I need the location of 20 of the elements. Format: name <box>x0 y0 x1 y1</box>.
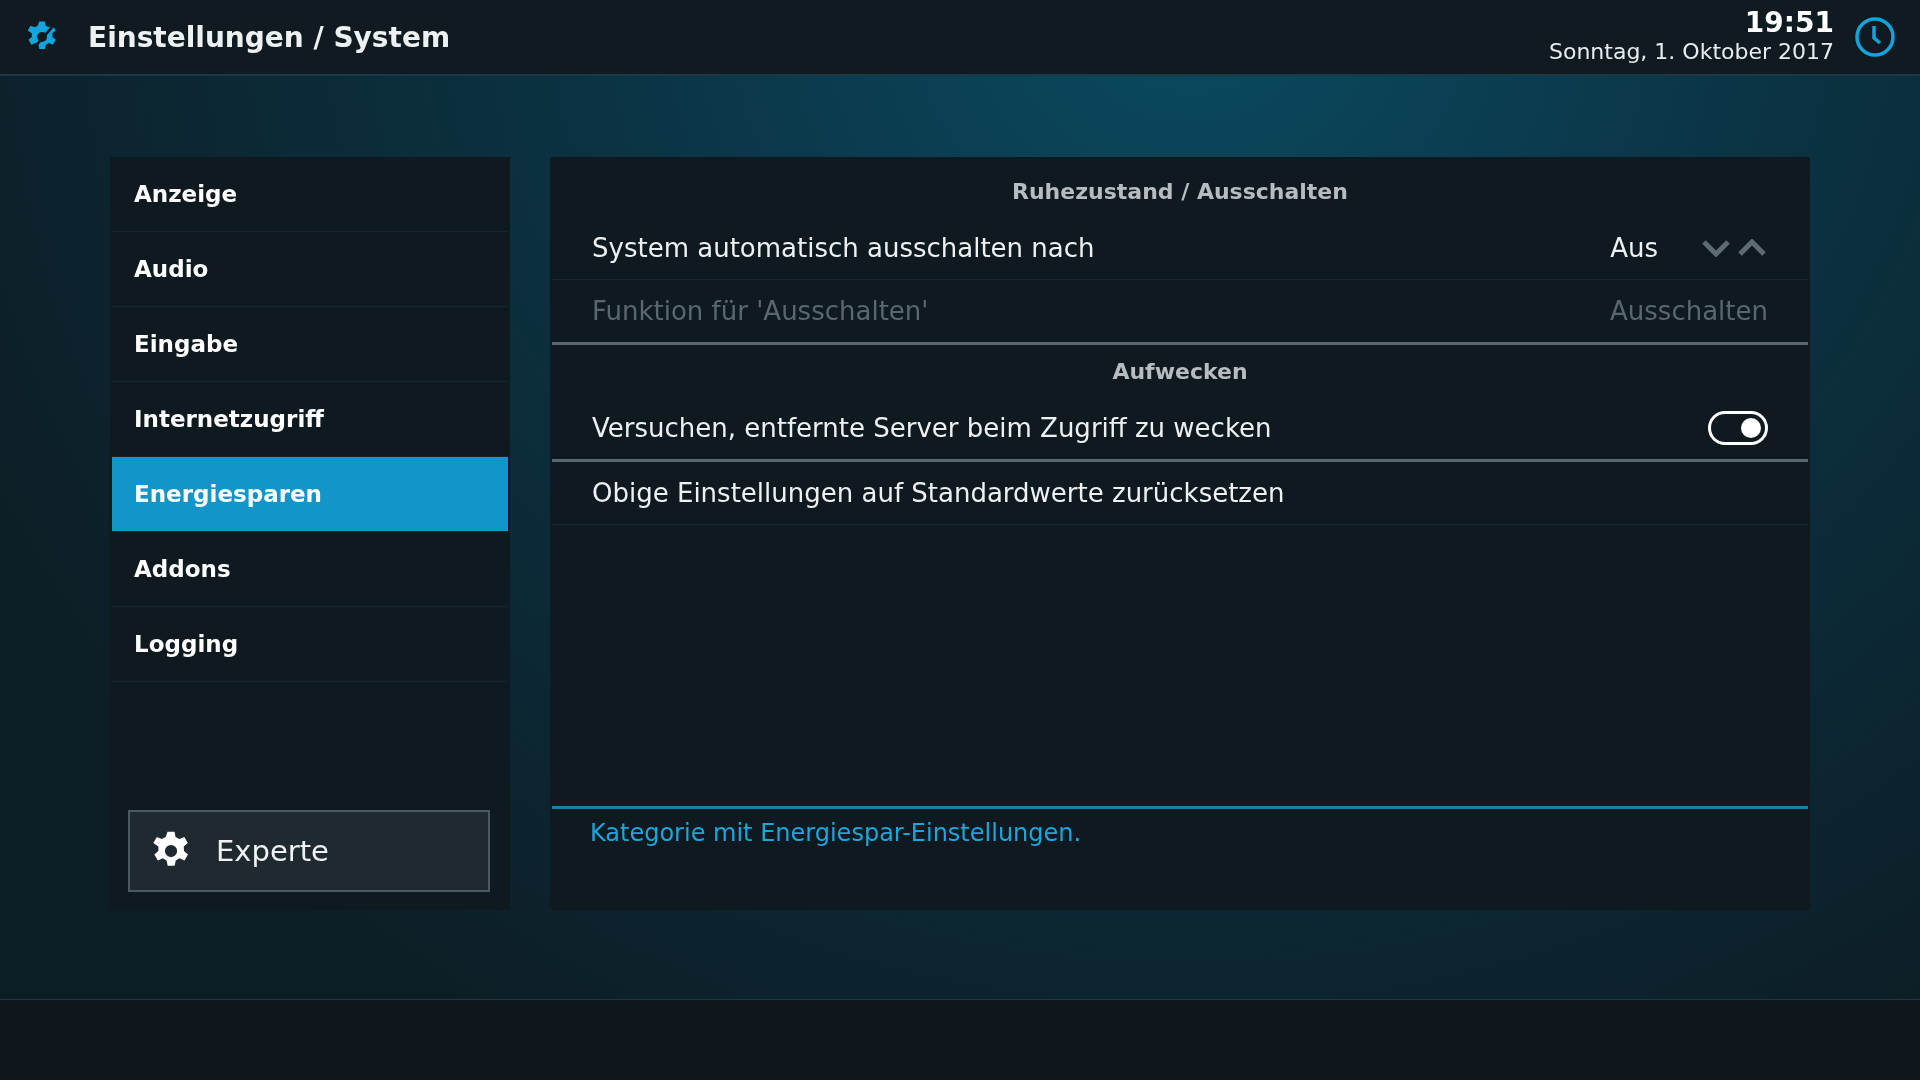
clock-date: Sonntag, 1. Oktober 2017 <box>1548 38 1834 66</box>
group-heading: Aufwecken <box>1111 357 1249 386</box>
clock-icon <box>1854 16 1896 58</box>
setting-label[interactable]: Versuchen, entfernte Server beim Zugriff zu wecken <box>592 413 1708 443</box>
category-item[interactable]: Anzeige <box>112 157 508 232</box>
category-item[interactable]: Eingabe <box>112 307 508 382</box>
clock-time: 19:51 <box>1744 8 1834 38</box>
setting-value: Aus <box>1610 233 1658 263</box>
category-item[interactable]: Audio <box>112 232 508 307</box>
down-up-chevrons-icon[interactable] <box>1702 239 1768 257</box>
page-title: Einstellungen / System <box>88 20 452 54</box>
setting-value: Ausschalten <box>1610 296 1768 326</box>
group-heading: Ruhezustand / Ausschalten <box>1011 177 1349 206</box>
settings-level-button[interactable]: Experte <box>128 810 490 892</box>
category-item[interactable]: Logging <box>112 607 508 682</box>
setting-label[interactable]: System automatisch ausschalten nach <box>592 233 1611 263</box>
category-item[interactable]: Addons <box>112 532 508 607</box>
setting-label[interactable]: Obige Einstellungen auf Standardwerte zurücksetzen <box>592 478 1768 508</box>
setting-description: Kategorie mit Energiespar-Einstellungen. <box>590 819 1082 847</box>
toggle-switch[interactable] <box>1708 411 1768 445</box>
